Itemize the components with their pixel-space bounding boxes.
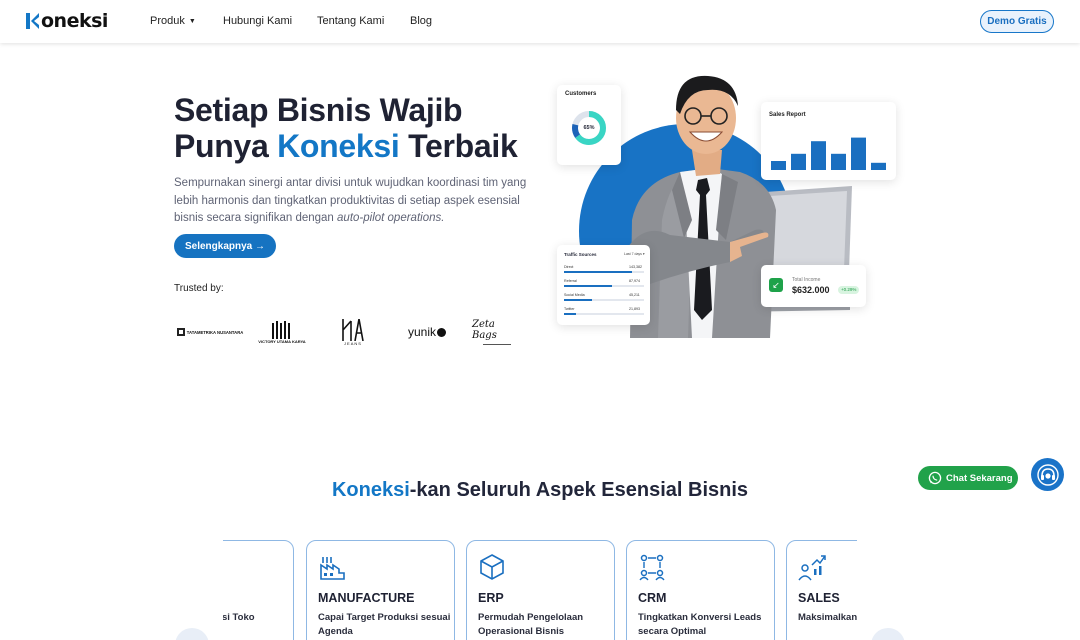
income-arrow-icon: ↙ (769, 278, 783, 292)
sales-bar (871, 162, 886, 170)
yunik-text: yunik (407, 325, 436, 339)
sales-bar (851, 137, 866, 170)
hero-title-pre: Punya (174, 128, 278, 164)
section-title-accent: Koneksi (331, 479, 410, 501)
hero-title-post: Terbaik (399, 128, 518, 164)
brand-logo-jeans: JEANS (336, 316, 370, 348)
section-title-rest: -kan Seluruh Aspek Esensial Bisnis (409, 479, 749, 501)
sales-bar (771, 161, 786, 170)
box-icon (480, 554, 504, 580)
yunik-dot-icon (437, 327, 446, 337)
hero-title: Setiap Bisnis Wajib Punya Koneksi Terbai… (174, 92, 518, 164)
brand-logo-tatametrika: TATAMETRIKA NUSANTARA (176, 316, 244, 348)
traffic-row-track (564, 313, 644, 315)
sales-bar (831, 153, 846, 170)
traffic-row-value: 45,211 (629, 293, 640, 297)
jeans-mark-icon (342, 318, 364, 341)
zeta-underline (483, 344, 511, 345)
sales-report-bar-chart (771, 137, 886, 170)
nav-produk[interactable]: Produk ▼ (150, 15, 196, 27)
nav-blog[interactable]: Blog (410, 15, 432, 27)
carousel-prev-button[interactable] (175, 628, 209, 640)
traffic-row-value: 87,974 (629, 279, 640, 283)
traffic-row-bar (564, 299, 592, 301)
brand-logo-zeta-bags: Zeta Bags (472, 316, 522, 348)
logo-mark-icon (26, 13, 39, 29)
feature-card-toko[interactable]: si Toko (223, 540, 294, 640)
feature-desc: Maksimalkan Tim Sales (798, 612, 857, 623)
trusted-by-label: Trusted by: (174, 283, 224, 294)
hero-title-line1: Setiap Bisnis Wajib (174, 92, 463, 128)
sales-chart-icon (798, 555, 826, 581)
traffic-row-track (564, 285, 644, 287)
chat-sekarang-button[interactable]: Chat Sekarang (918, 466, 1018, 490)
feature-carousel: si Toko MANUFACTURE Capai Target Produks… (223, 540, 857, 640)
logo-text: oneksi (41, 10, 108, 32)
victory-text: VICTORY UTAMA KARYA (258, 338, 306, 344)
sales-bar (791, 153, 806, 170)
feature-desc: Tingkatkan Konversi Leads secara Optimal (638, 612, 762, 637)
feature-desc: Permudah Pengelolaan Operasional Bisnis (478, 612, 584, 637)
feature-card-manufacture[interactable]: MANUFACTURE Capai Target Produksi sesuai… (306, 540, 455, 640)
customers-percent: 65% (583, 125, 595, 131)
carousel-next-button[interactable] (871, 628, 905, 640)
traffic-row-track (564, 271, 644, 273)
tatametrika-text: TATAMETRIKA NUSANTARA (186, 329, 244, 335)
nav-tentang-kami[interactable]: Tentang Kami (317, 15, 384, 27)
jeans-text: JEANS (344, 340, 362, 346)
feature-desc: Capai Target Produksi sesuai Agenda (318, 612, 451, 637)
income-label: Total Income (792, 277, 821, 283)
feature-card-crm[interactable]: CRM Tingkatkan Konversi Leads secara Opt… (626, 540, 775, 640)
brand-logo-yunik: yunik (402, 316, 452, 348)
traffic-title: Traffic Sources (564, 252, 597, 257)
customers-title: Customers (565, 91, 597, 97)
tatametrika-mark-icon (176, 328, 185, 336)
nav-hubungi-kami[interactable]: Hubungi Kami (223, 15, 292, 27)
nav-produk-label: Produk (150, 15, 185, 27)
traffic-filter-label: Last 7 days (624, 252, 642, 256)
hero-description: Sempurnakan sinergi antar divisi untuk w… (174, 175, 534, 228)
victory-mark-icon (272, 320, 290, 339)
income-change-badge: +0.29% (838, 286, 860, 294)
traffic-row-bar (564, 313, 576, 315)
top-navbar: oneksi Produk ▼ Hubungi Kami Tentang Kami… (0, 0, 1080, 43)
whatsapp-icon (928, 471, 942, 485)
hero-title-line2: Punya Koneksi Terbaik (174, 128, 518, 164)
sales-report-card: Sales Report (761, 102, 896, 180)
traffic-row-label: Twitter (564, 307, 575, 311)
customer-support-button[interactable] (1031, 458, 1064, 491)
total-income-card: ↙ Total Income $632.000 +0.29% (761, 265, 866, 307)
feature-name: MANUFACTURE (318, 591, 415, 605)
brand-logo-victory: VICTORY UTAMA KARYA (258, 316, 306, 348)
traffic-row-value: 21,893 (629, 307, 640, 311)
koneksi-logo[interactable]: oneksi (26, 11, 108, 31)
hero-desc-emphasis: auto-pilot operations. (337, 212, 445, 224)
hero-title-accent: Koneksi (277, 128, 400, 164)
feature-card-erp[interactable]: ERP Permudah Pengelolaan Operasional Bis… (466, 540, 615, 640)
caret-down-icon: ▼ (188, 18, 196, 25)
traffic-row-value: 143,382 (629, 265, 642, 269)
customers-card: Customers 65% (557, 85, 621, 165)
traffic-filter-dropdown[interactable]: Last 7 days ▾ (624, 252, 645, 256)
zeta-bags-text: Zeta Bags (472, 319, 497, 341)
feature-name: ERP (478, 591, 504, 605)
feature-card-sales[interactable]: SALES Maksimalkan Tim Sales (786, 540, 857, 640)
traffic-row-bar (564, 285, 612, 287)
chat-label: Chat Sekarang (946, 472, 1013, 484)
traffic-row-label: Social Media (564, 293, 585, 297)
traffic-row-track (564, 299, 644, 301)
feature-name: SALES (798, 591, 840, 605)
traffic-row-bar (564, 271, 632, 273)
income-value: $632.000 (792, 285, 830, 295)
selengkapnya-button[interactable]: Selengkapnya → (174, 234, 276, 258)
traffic-sources-card: Traffic Sources Last 7 days ▾ Direct 143,… (557, 245, 650, 325)
demo-gratis-button[interactable]: Demo Gratis (980, 10, 1054, 33)
sales-bar (811, 141, 826, 170)
traffic-row-label: Referral (564, 279, 577, 283)
headset-support-icon (1036, 463, 1059, 486)
factory-icon (320, 557, 345, 580)
traffic-row-label: Direct (564, 265, 574, 269)
feature-name: CRM (638, 591, 667, 605)
people-flow-icon (639, 554, 665, 581)
